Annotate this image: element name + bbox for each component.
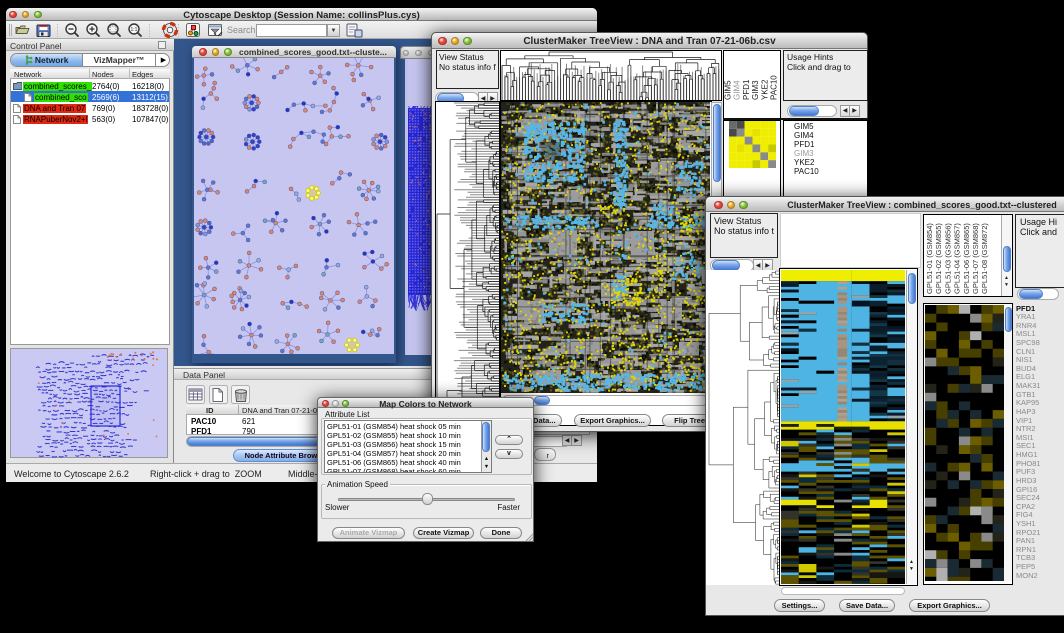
svg-text:1:1: 1:1: [131, 27, 138, 33]
svg-text:GIM5: GIM5: [724, 80, 733, 100]
svg-text:GPL51-03 (GSM856): GPL51-03 (GSM856): [943, 223, 952, 294]
svg-text:GIM3: GIM3: [751, 80, 760, 100]
svg-text:GPL51-01 (GSM854): GPL51-01 (GSM854): [925, 223, 934, 294]
svg-text:GPL51-06 (GSM865): GPL51-06 (GSM865): [962, 223, 971, 294]
svg-text:GPL51-04 (GSM857): GPL51-04 (GSM857): [953, 223, 962, 294]
svg-text:YKE2: YKE2: [760, 79, 769, 100]
svg-text:PFD1: PFD1: [742, 79, 751, 100]
svg-text:GIM4: GIM4: [733, 80, 742, 100]
svg-text:GPL51-07 (GSM868): GPL51-07 (GSM868): [971, 223, 980, 294]
svg-text:PAC10: PAC10: [770, 75, 779, 100]
svg-text:GPL51-02 (GSM855): GPL51-02 (GSM855): [934, 223, 943, 294]
svg-text:GPL51-08 (GSM872): GPL51-08 (GSM872): [980, 223, 989, 294]
